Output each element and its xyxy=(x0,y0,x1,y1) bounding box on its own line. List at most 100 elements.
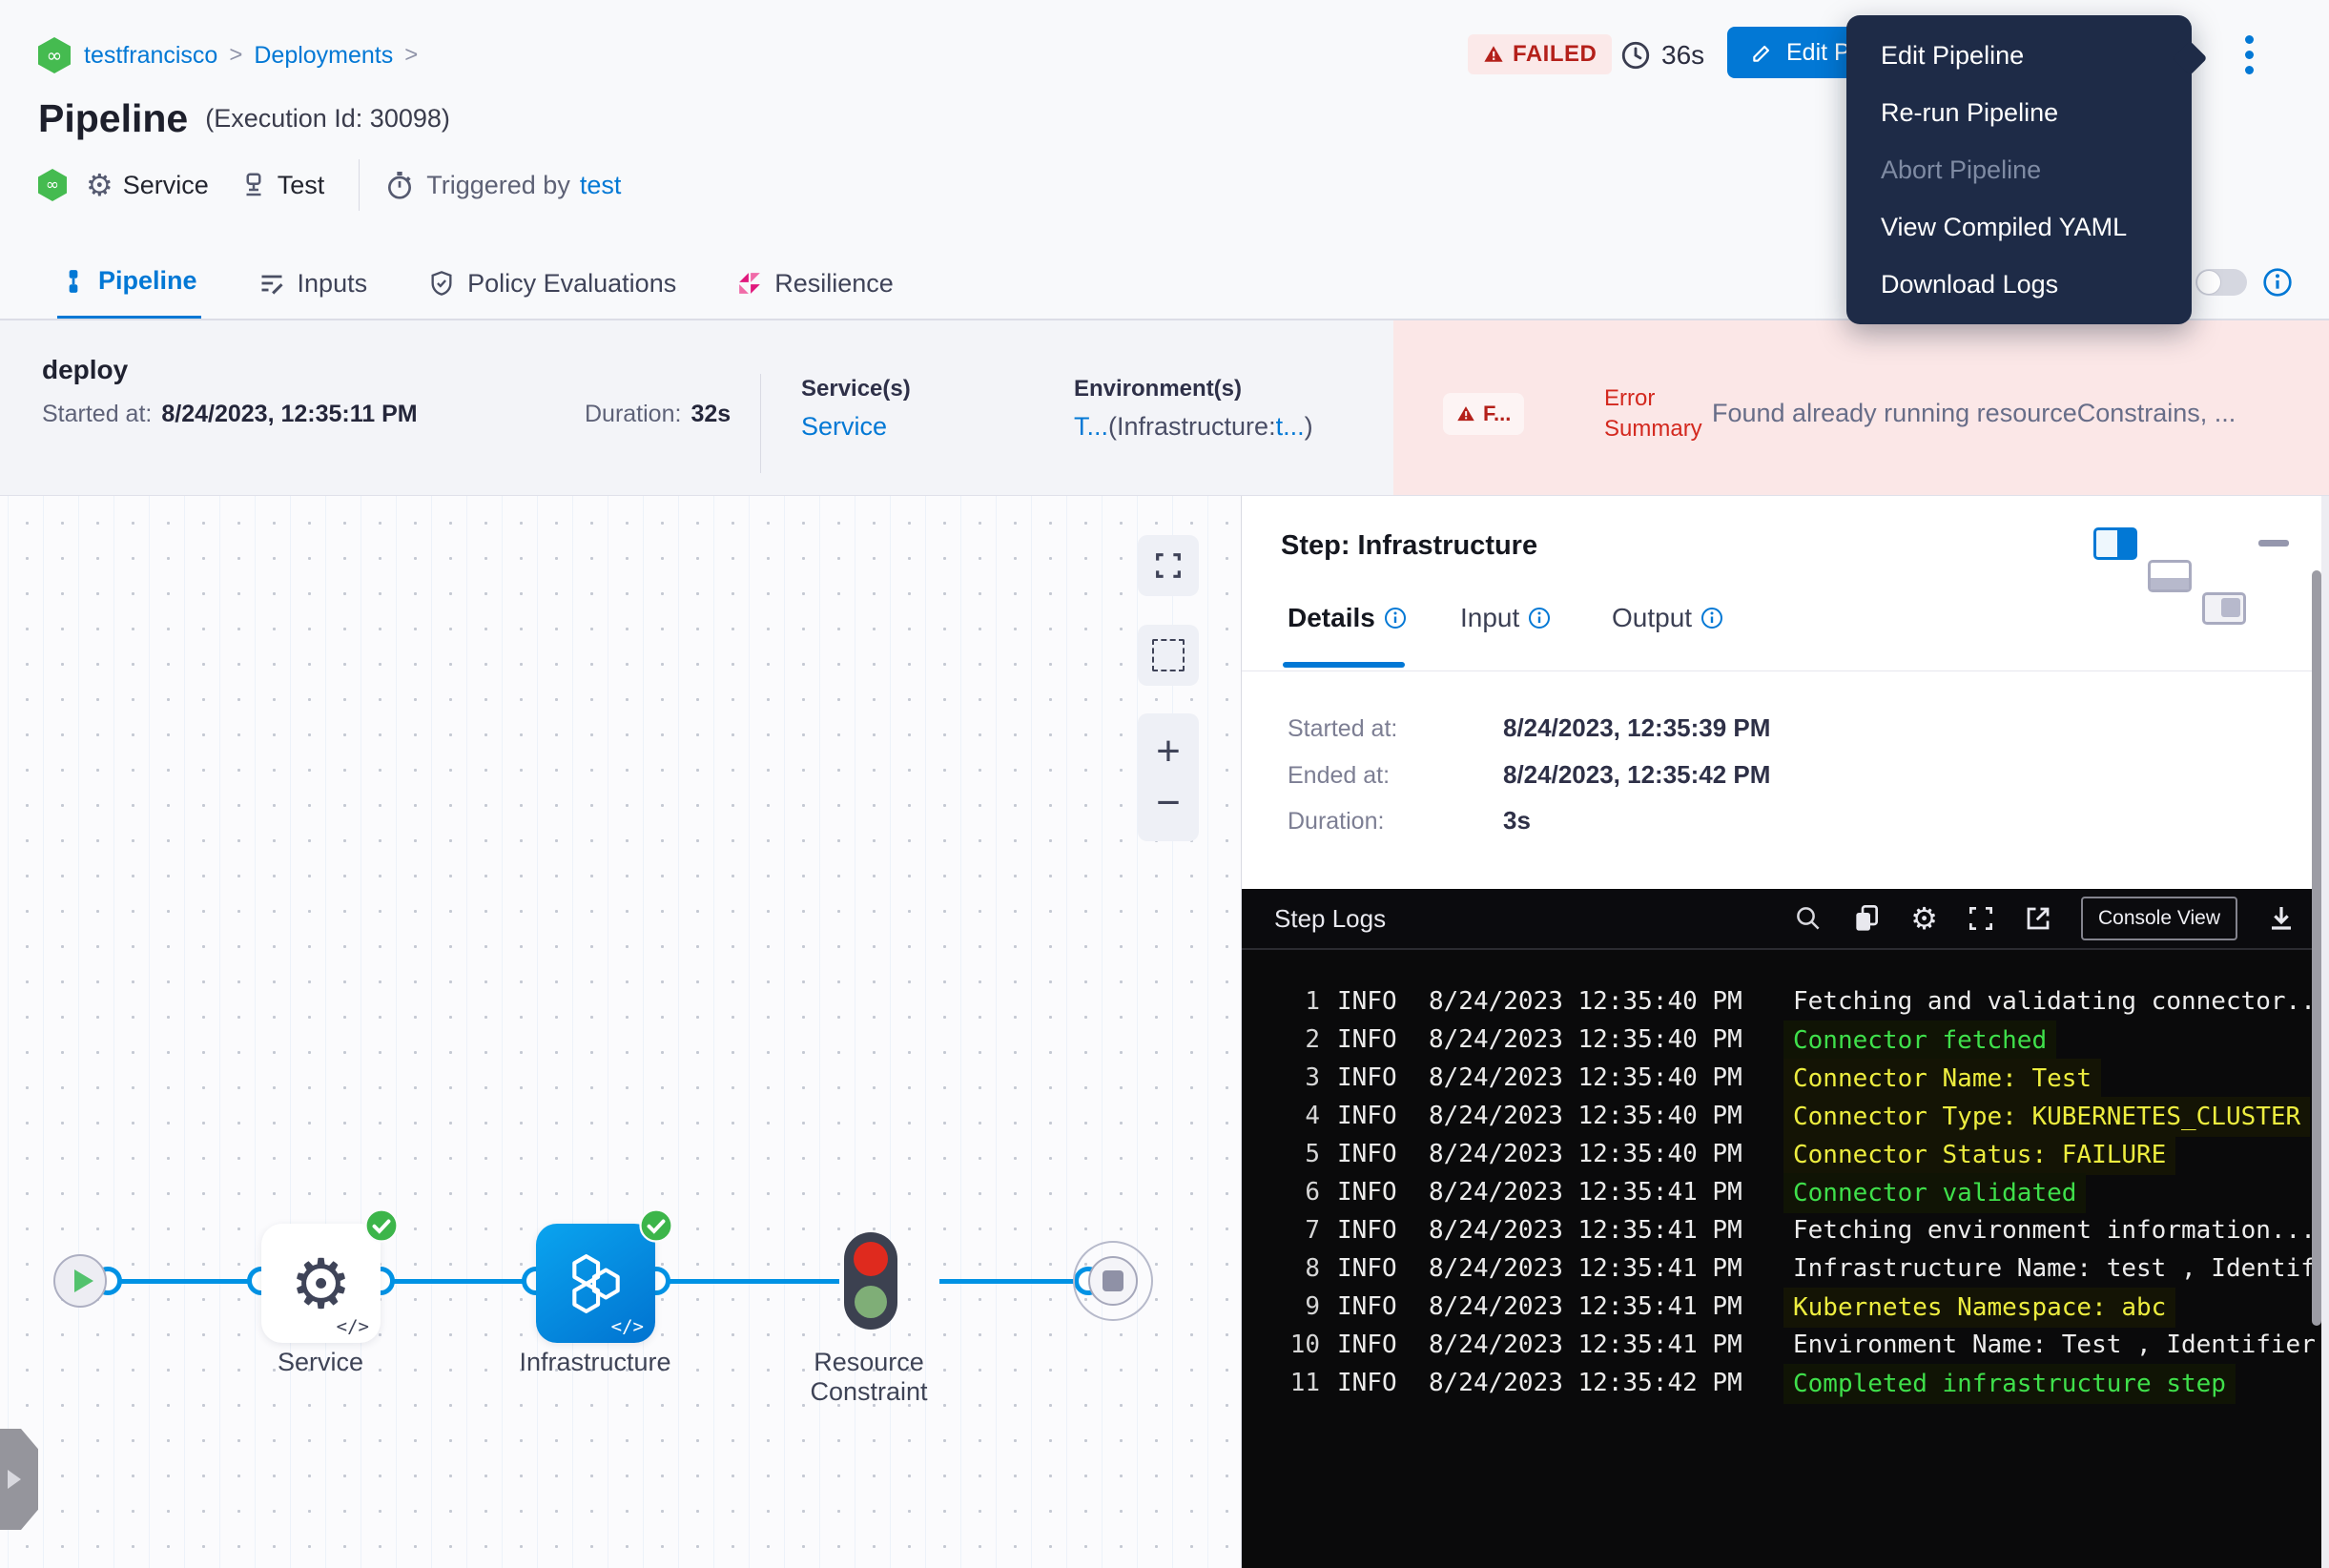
search-icon[interactable] xyxy=(1794,904,1823,933)
service-link[interactable]: Service xyxy=(801,412,887,442)
step-panel-title: Step: Infrastructure xyxy=(1281,530,1537,562)
node-infrastructure[interactable]: </> xyxy=(536,1224,655,1343)
project-logo-icon: ∞ xyxy=(38,37,71,73)
tab-resilience-label: Resilience xyxy=(774,269,894,299)
tab-policy-evaluations[interactable]: Policy Evaluations xyxy=(424,246,680,320)
panel-scrollbar-thumb[interactable] xyxy=(2312,570,2321,1326)
tab-pipeline[interactable]: Pipeline xyxy=(57,246,201,320)
duration-indicator: 36s xyxy=(1619,38,1704,72)
tab-inputs[interactable]: Inputs xyxy=(255,246,372,320)
triggered-by-value[interactable]: test xyxy=(580,171,622,200)
page-title: Pipeline xyxy=(38,96,188,141)
tab-details[interactable]: Details xyxy=(1288,603,1407,633)
warning-icon xyxy=(1456,404,1475,423)
step-logs-console[interactable]: 1INFO8/24/2023 12:35:40 PMFetching and v… xyxy=(1242,950,2329,1568)
expand-panel-handle[interactable] xyxy=(0,1429,38,1530)
tab-details-label: Details xyxy=(1288,603,1375,633)
layout-right-split-button[interactable] xyxy=(2093,527,2137,560)
menu-item-download-logs[interactable]: Download Logs xyxy=(1846,256,2192,313)
fullscreen-icon[interactable] xyxy=(1967,904,1995,933)
download-icon[interactable] xyxy=(2266,903,2297,934)
log-line: 3INFO8/24/2023 12:35:40 PMConnector Name… xyxy=(1242,1059,2329,1097)
start-node[interactable] xyxy=(53,1254,107,1308)
meta-service-label[interactable]: Service xyxy=(123,171,209,200)
pipeline-icon xyxy=(61,268,86,295)
log-line: 2INFO8/24/2023 12:35:40 PMConnector fetc… xyxy=(1242,1021,2329,1059)
tab-output[interactable]: Output xyxy=(1612,603,1723,633)
graph-edge xyxy=(939,1279,1095,1284)
open-external-icon[interactable] xyxy=(2024,904,2052,933)
stage-name[interactable]: deploy xyxy=(42,355,128,385)
resilience-icon xyxy=(737,271,762,296)
environment-close-paren: ) xyxy=(1305,412,1313,441)
environment-link[interactable]: T... xyxy=(1074,412,1108,441)
console-view-button[interactable]: Console View xyxy=(2081,897,2237,940)
end-node[interactable] xyxy=(1088,1256,1138,1306)
success-badge-icon xyxy=(639,1208,673,1243)
breadcrumb-sep-icon: > xyxy=(229,42,242,69)
panel-scrollbar-track[interactable] xyxy=(2321,496,2329,1568)
error-summary-title: Error Summary xyxy=(1604,383,1702,444)
log-line: 1INFO8/24/2023 12:35:40 PMFetching and v… xyxy=(1242,982,2329,1021)
stage-started-label: Started at: xyxy=(42,401,152,428)
layout-fill xyxy=(2151,578,2189,589)
breadcrumb: ∞ testfrancisco > Deployments > xyxy=(38,34,429,76)
info-icon[interactable] xyxy=(2262,267,2293,298)
service-logo-icon: ∞ xyxy=(38,169,67,201)
stop-icon xyxy=(1103,1270,1123,1291)
duration-value: 3s xyxy=(1503,806,1531,836)
canvas-select-button[interactable] xyxy=(1138,625,1199,686)
error-summary-message[interactable]: Found already running resourceConstrains… xyxy=(1712,399,2236,428)
collapse-panel-button[interactable] xyxy=(2258,540,2289,547)
node-resource-constraint[interactable] xyxy=(844,1232,897,1330)
triggered-by-label: Triggered by xyxy=(426,171,570,200)
environment-infra-label: (Infrastructure: xyxy=(1108,412,1276,441)
pipeline-meta-row: ∞ ⚙ Service Test Triggered by test xyxy=(38,160,621,210)
ended-at-value: 8/24/2023, 12:35:42 PM xyxy=(1503,760,1770,790)
environment-value[interactable]: T...(Infrastructure:t...) xyxy=(1074,412,1313,442)
copy-icon[interactable] xyxy=(1851,903,1882,934)
layout-fill xyxy=(2221,598,2240,617)
environment-infra-link[interactable]: t... xyxy=(1276,412,1305,441)
menu-item-edit-pipeline[interactable]: Edit Pipeline xyxy=(1846,27,2192,84)
breadcrumb-deployments[interactable]: Deployments xyxy=(254,42,393,70)
menu-item-rerun-pipeline[interactable]: Re-run Pipeline xyxy=(1846,84,2192,141)
canvas-fullscreen-button[interactable] xyxy=(1138,535,1199,596)
success-badge-icon xyxy=(364,1208,399,1243)
kebab-menu-icon[interactable] xyxy=(2237,29,2260,82)
active-tab-underline xyxy=(1283,662,1405,668)
chevron-right-icon xyxy=(8,1470,21,1489)
debug-toggle[interactable] xyxy=(2195,269,2247,296)
environments-header: Environment(s) xyxy=(1074,376,1242,402)
warning-icon xyxy=(1483,44,1504,65)
stopwatch-icon xyxy=(384,170,415,200)
log-settings-icon[interactable]: ⚙ xyxy=(1910,903,1938,934)
error-summary-zone: F... Error Summary Found already running… xyxy=(1393,320,2329,495)
stage-started: Started at: 8/24/2023, 12:35:11 PM xyxy=(42,401,418,428)
node-service[interactable]: ⚙ </> xyxy=(261,1224,381,1343)
pipeline-graph-canvas[interactable]: ⚙ </> Service </> Infrastructure xyxy=(0,496,1242,1568)
zoom-out-button[interactable]: − xyxy=(1138,782,1199,824)
layout-floating-button[interactable] xyxy=(2202,592,2246,625)
started-at-label: Started at: xyxy=(1288,715,1397,743)
breadcrumb-project[interactable]: testfrancisco xyxy=(84,42,217,70)
layout-bottom-button[interactable] xyxy=(2148,560,2192,592)
canvas-zoom-controls: + − xyxy=(1138,713,1199,841)
tab-input-label: Input xyxy=(1460,603,1519,633)
title-row: Pipeline (Execution Id: 30098) xyxy=(38,93,450,143)
services-header: Service(s) xyxy=(801,376,911,402)
zoom-in-button[interactable]: + xyxy=(1138,731,1199,773)
tab-resilience[interactable]: Resilience xyxy=(733,246,897,320)
fullscreen-icon xyxy=(1153,550,1184,581)
log-line: 11INFO8/24/2023 12:35:42 PMCompleted inf… xyxy=(1242,1364,2329,1402)
code-icon: </> xyxy=(337,1316,369,1337)
meta-divider xyxy=(359,159,360,211)
tab-input[interactable]: Input xyxy=(1460,603,1551,633)
log-line: 10INFO8/24/2023 12:35:41 PMEnvironment N… xyxy=(1242,1326,2329,1364)
meta-environment-label[interactable]: Test xyxy=(278,171,325,200)
stage-started-value: 8/24/2023, 12:35:11 PM xyxy=(161,401,417,428)
traffic-red-icon xyxy=(854,1242,888,1276)
main-tabs: Pipeline Inputs Policy Evaluations xyxy=(57,246,897,320)
menu-item-view-compiled-yaml[interactable]: View Compiled YAML xyxy=(1846,198,2192,256)
pencil-icon xyxy=(1750,40,1775,65)
